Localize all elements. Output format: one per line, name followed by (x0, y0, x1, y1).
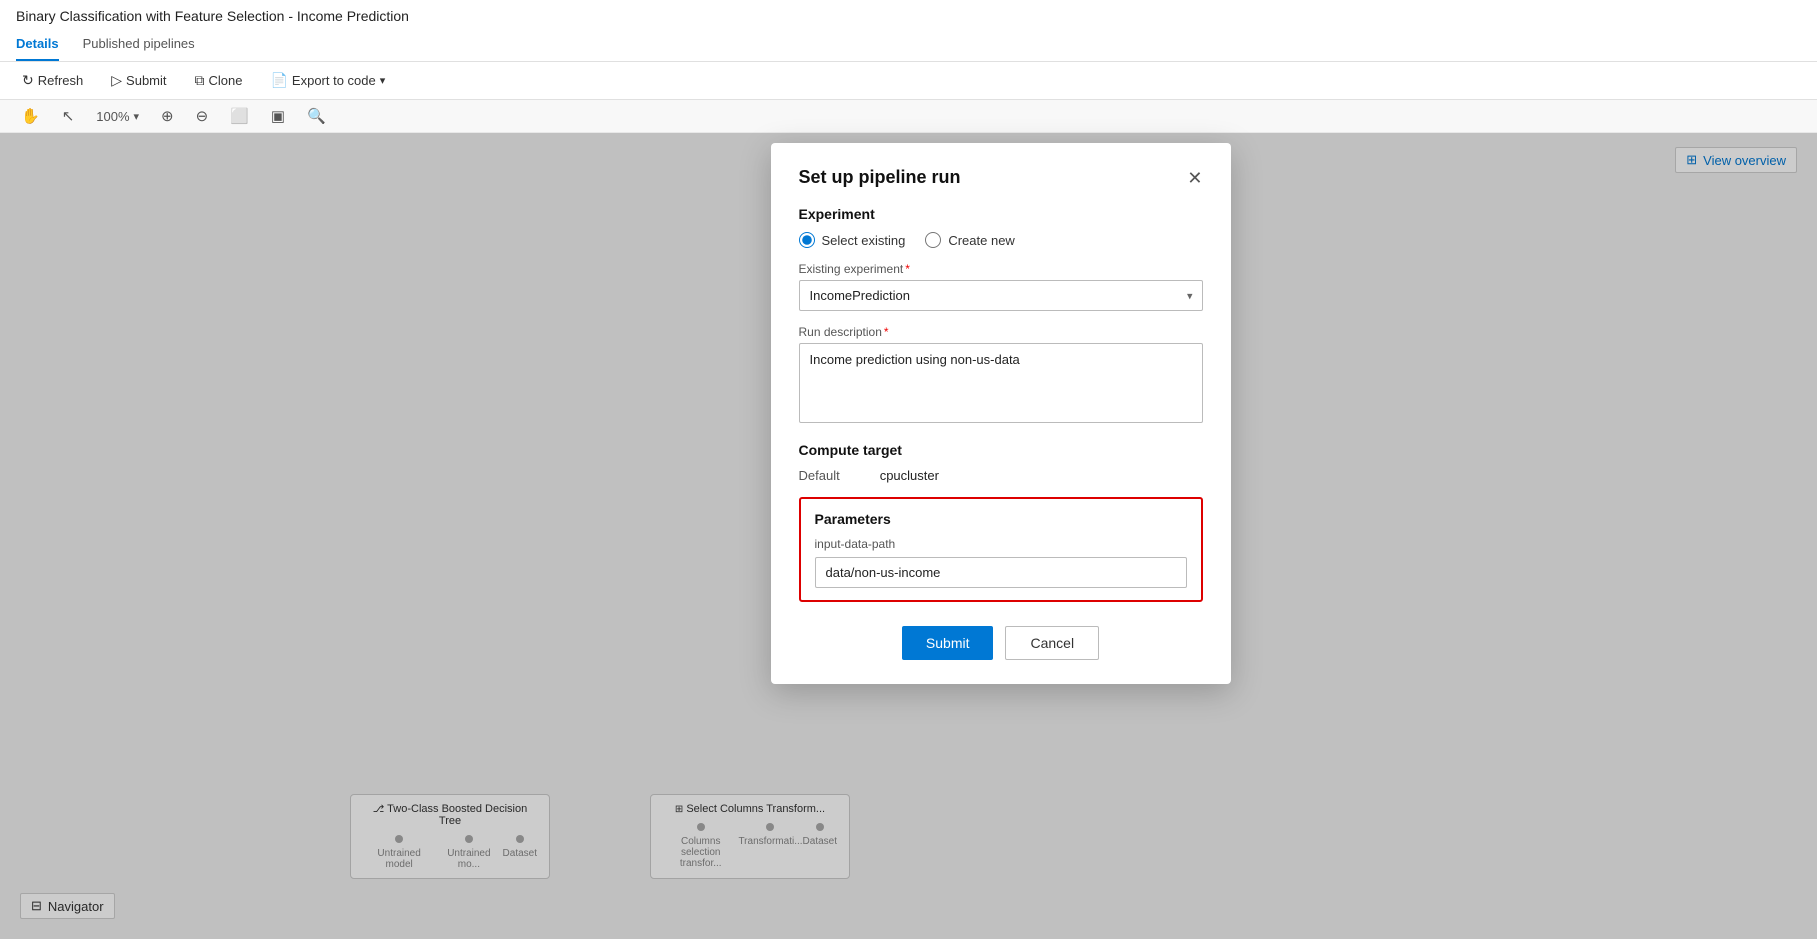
fit-view-icon: ⬜ (230, 107, 249, 125)
parameters-section: Parameters input-data-path (799, 497, 1203, 602)
zoom-in-button[interactable]: ⊕ (156, 104, 179, 128)
run-description-label: Run description* (799, 325, 1203, 339)
modal-header: Set up pipeline run ✕ (799, 167, 1203, 188)
zoom-out-button[interactable]: ⊖ (191, 104, 214, 128)
parameters-section-label: Parameters (815, 511, 1187, 527)
zoom-chevron-icon: ▾ (134, 110, 140, 123)
pointer-icon: ↖ (62, 107, 75, 125)
toolbar: ↻ Refresh ▷ Submit ⧉ Clone 📄 Export to c… (0, 62, 1817, 100)
zoom-level-value: 100% (96, 109, 129, 124)
export-button[interactable]: 📄 Export to code ▾ (264, 68, 391, 93)
clone-icon: ⧉ (195, 72, 205, 89)
submit-icon: ▷ (111, 72, 122, 89)
setup-pipeline-run-modal: Set up pipeline run ✕ Experiment Select … (771, 143, 1231, 684)
zoom-out-icon: ⊖ (196, 107, 209, 125)
refresh-button[interactable]: ↻ Refresh (16, 68, 89, 93)
existing-experiment-select[interactable]: IncomePrediction (799, 280, 1203, 311)
modal-cancel-button[interactable]: Cancel (1005, 626, 1099, 660)
refresh-label: Refresh (38, 73, 84, 88)
hand-icon: ✋ (21, 107, 40, 125)
tab-bar: Details Published pipelines (16, 30, 1801, 61)
radio-create-new-input[interactable] (925, 232, 941, 248)
compute-target-label: Compute target (799, 442, 1203, 458)
minimap-icon: ▣ (271, 107, 285, 125)
radio-select-existing-label: Select existing (822, 233, 906, 248)
param-input-data-path-label: input-data-path (815, 537, 1187, 551)
tab-published-pipelines[interactable]: Published pipelines (83, 30, 195, 61)
submit-label: Submit (126, 73, 166, 88)
fit-view-button[interactable]: ⬜ (225, 104, 254, 128)
submit-button[interactable]: ▷ Submit (105, 68, 172, 93)
compute-row: Default cpucluster (799, 468, 1203, 483)
param-input-data-path-field[interactable] (815, 557, 1187, 588)
minimap-button[interactable]: ▣ (266, 104, 290, 128)
existing-experiment-label: Existing experiment* (799, 262, 1203, 276)
clone-button[interactable]: ⧉ Clone (189, 68, 249, 93)
radio-create-new-label: Create new (948, 233, 1014, 248)
modal-submit-button[interactable]: Submit (902, 626, 994, 660)
compute-target-section: Compute target Default cpucluster (799, 442, 1203, 483)
canvas-tools-bar: ✋ ↖ 100% ▾ ⊕ ⊖ ⬜ ▣ 🔍 (0, 100, 1817, 133)
radio-select-existing[interactable]: Select existing (799, 232, 906, 248)
run-description-textarea[interactable] (799, 343, 1203, 423)
modal-close-button[interactable]: ✕ (1187, 169, 1202, 187)
top-bar: Binary Classification with Feature Selec… (0, 0, 1817, 62)
radio-select-existing-input[interactable] (799, 232, 815, 248)
pointer-tool-button[interactable]: ↖ (57, 104, 80, 128)
refresh-icon: ↻ (22, 72, 34, 89)
experiment-section-label: Experiment (799, 206, 1203, 222)
search-button[interactable]: 🔍 (302, 104, 331, 128)
page-title: Binary Classification with Feature Selec… (16, 8, 1801, 30)
modal-title: Set up pipeline run (799, 167, 961, 188)
export-icon: 📄 (270, 72, 287, 89)
modal-footer: Submit Cancel (799, 622, 1203, 660)
existing-experiment-select-wrapper: IncomePrediction ▾ (799, 280, 1203, 311)
zoom-in-icon: ⊕ (161, 107, 174, 125)
zoom-level-button[interactable]: 100% ▾ (91, 106, 144, 127)
canvas-area: ⊞ View overview ⊟ Navigator ⎇ Two-Class … (0, 133, 1817, 939)
experiment-radio-group: Select existing Create new (799, 232, 1203, 248)
clone-label: Clone (209, 73, 243, 88)
required-star: * (905, 262, 910, 276)
export-chevron-icon: ▾ (380, 74, 386, 87)
export-label: Export to code (292, 73, 376, 88)
run-desc-required-star: * (884, 325, 889, 339)
search-icon: 🔍 (307, 107, 326, 125)
compute-default-value: cpucluster (880, 468, 939, 483)
compute-default-label: Default (799, 468, 840, 483)
hand-tool-button[interactable]: ✋ (16, 104, 45, 128)
radio-create-new[interactable]: Create new (925, 232, 1014, 248)
tab-details[interactable]: Details (16, 30, 59, 61)
